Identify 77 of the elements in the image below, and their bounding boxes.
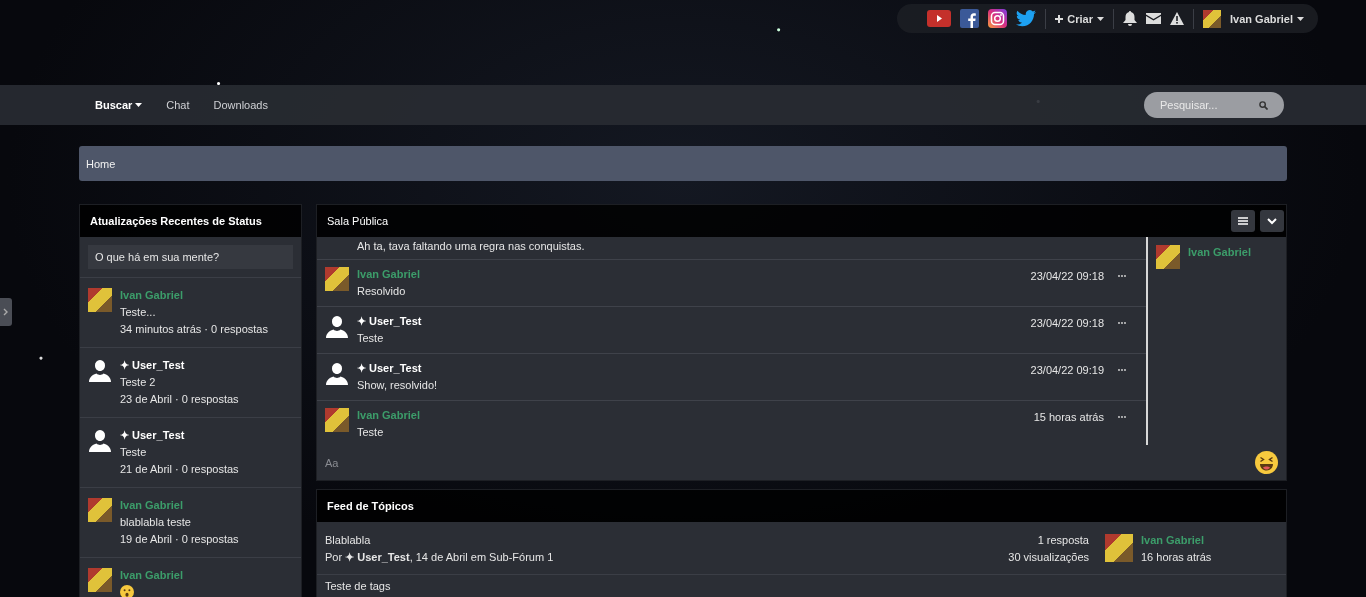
menu-icon (1238, 217, 1248, 225)
status-text: Teste... (120, 305, 157, 319)
search-icon[interactable] (1259, 100, 1268, 110)
message-text: Show, resolvido! (357, 378, 439, 392)
user-avatar (1203, 9, 1221, 28)
create-button[interactable]: Criar (1055, 12, 1104, 25)
user-menu-button[interactable]: Ivan Gabriel (1230, 12, 1304, 25)
status-meta: 19 de Abril · 0 respostas (120, 532, 239, 546)
facebook-icon[interactable] (960, 9, 980, 28)
user-silhouette-icon (325, 314, 349, 338)
reply-count: 1 resposta (1037, 532, 1089, 547)
nav-tab[interactable]: Buscar (95, 99, 143, 111)
avatar-image (88, 288, 112, 312)
username-link[interactable]: Ivan Gabriel (120, 498, 239, 512)
caret-icon (1297, 16, 1304, 21)
topic-title-link[interactable]: Blablabla (325, 532, 1009, 547)
avatar-image (88, 568, 112, 592)
message-text: Resolvido (357, 284, 407, 298)
username-link[interactable]: ✦ User_Test (120, 358, 239, 372)
username-link[interactable]: Ivan Gabriel (357, 267, 1023, 281)
status-meta: 21 de Abril · 0 respostas (120, 462, 239, 476)
username-link[interactable]: Ivan Gabriel (1188, 245, 1251, 259)
collapse-button[interactable] (1260, 210, 1284, 232)
username-link[interactable]: Ivan Gabriel (357, 408, 1026, 422)
username-link[interactable]: ✦ User_Test (357, 361, 1023, 375)
camera-icon[interactable] (988, 9, 1008, 28)
panel-title: Sala Pública (327, 215, 389, 227)
laughing-face-icon[interactable] (1255, 451, 1278, 474)
side-drawer-handle[interactable] (0, 298, 12, 326)
breadcrumb-link[interactable]: Home (86, 157, 116, 170)
avatar-image (1105, 534, 1133, 562)
username-link[interactable]: Ivan Gabriel (120, 568, 183, 582)
menu-button[interactable] (1231, 210, 1255, 232)
message-time: 23/04/22 09:18 (1030, 316, 1104, 330)
status-meta: 23 de Abril · 0 respostas (120, 392, 239, 406)
message-time: 23/04/22 09:18 (1030, 269, 1104, 283)
search-field[interactable]: Pesquisar... (1144, 92, 1284, 118)
search-input[interactable]: Pesquisar... (1160, 99, 1259, 111)
status-text: blablabla teste (120, 515, 192, 529)
panel-title: Atualizações Recentes de Status (90, 215, 262, 227)
status-text: Teste (120, 445, 148, 459)
user-silhouette-icon (88, 428, 112, 452)
username-link[interactable]: ✦ User_Test (120, 428, 239, 442)
topic-byline: Por ✦ User_Test, 14 de Abril em Sub-Fórum 1 (325, 549, 555, 564)
message-text: Teste (357, 331, 385, 345)
username-link[interactable]: ✦ User_Test (357, 314, 1023, 328)
bird-icon[interactable] (1016, 10, 1037, 27)
status-input-field[interactable]: O que há em sua mente? (88, 245, 293, 269)
nav-tab[interactable]: Downloads (213, 99, 268, 111)
bell-icon[interactable] (1123, 11, 1137, 26)
avatar-image (88, 498, 112, 522)
surprised-face-icon (120, 585, 134, 597)
status-meta: 34 minutos atrás · 0 respostas (120, 322, 268, 336)
avatar-image (1156, 245, 1180, 269)
message-text: Teste (357, 425, 385, 439)
message-input-field[interactable]: Aa (325, 456, 1255, 469)
plus-icon (1055, 14, 1064, 23)
username-link[interactable]: Ivan Gabriel (1141, 532, 1212, 547)
play-icon[interactable] (927, 10, 952, 27)
user-silhouette-icon (88, 358, 112, 382)
message-time: 15 horas atrás (1033, 410, 1104, 424)
user-silhouette-icon (325, 361, 349, 385)
message-text: Ah ta, tava faltando uma regra nas conquistas. (357, 239, 586, 253)
chevron-down-icon (1267, 217, 1277, 225)
status-text: Teste 2 (120, 375, 157, 389)
avatar-image (325, 408, 349, 432)
warning-icon[interactable] (1170, 12, 1184, 25)
username-link[interactable]: Ivan Gabriel (120, 288, 268, 302)
envelope-icon[interactable] (1146, 13, 1161, 24)
view-count: 30 visualizações (1008, 549, 1089, 564)
caret-icon (1097, 16, 1104, 21)
last-post-time: 16 horas atrás (1141, 549, 1212, 564)
nav-tab[interactable]: Chat (166, 99, 190, 111)
panel-title: Feed de Tópicos (327, 500, 414, 512)
topic-title-link[interactable]: Teste de tags (325, 579, 1278, 593)
avatar-image (325, 267, 349, 291)
message-time: 23/04/22 09:19 (1030, 363, 1104, 377)
